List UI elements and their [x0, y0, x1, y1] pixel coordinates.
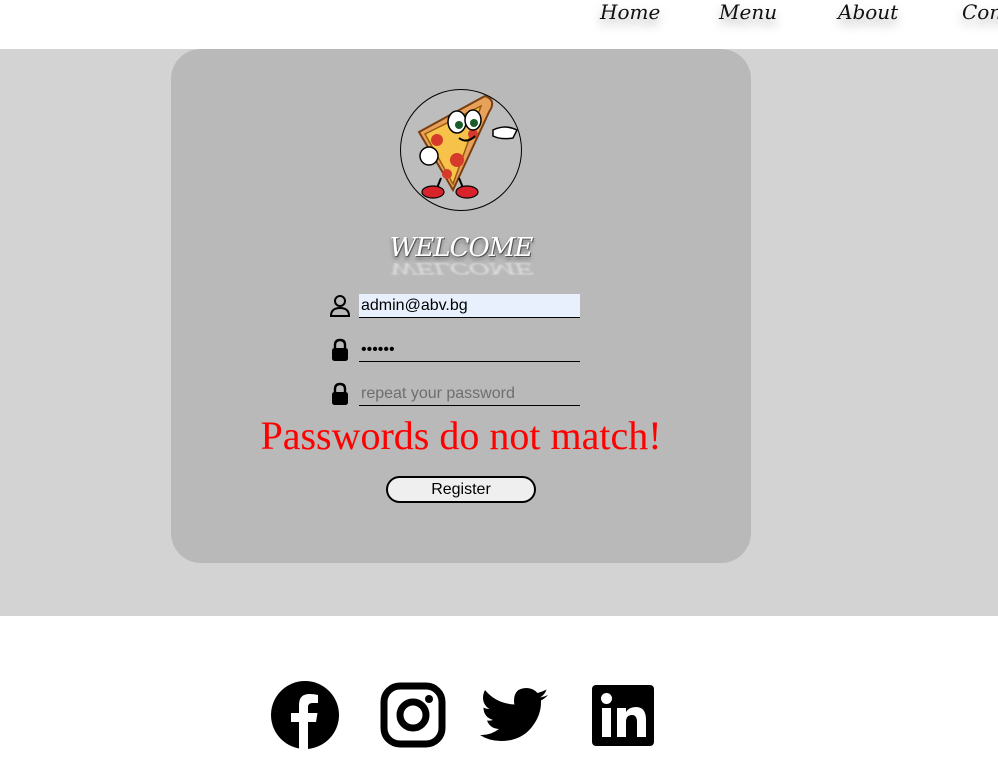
- email-row: [329, 294, 581, 318]
- register-button[interactable]: Register: [386, 476, 536, 503]
- top-nav: Home Menu About Cont: [0, 0, 998, 49]
- pizza-mascot-logo: [400, 89, 522, 211]
- main-section: WELCOME WELCOME admin@abv.bg •••••• repe…: [0, 49, 998, 616]
- lock-icon: [329, 338, 351, 362]
- nav-menu-link[interactable]: Menu: [719, 0, 777, 26]
- twitter-icon[interactable]: [480, 680, 550, 750]
- register-card: WELCOME WELCOME admin@abv.bg •••••• repe…: [171, 49, 751, 563]
- facebook-icon[interactable]: [270, 680, 340, 750]
- lock-icon: [329, 382, 351, 406]
- password-row: [329, 338, 581, 362]
- password-mismatch-error: Passwords do not match!: [260, 413, 662, 458]
- welcome-reflection: WELCOME: [389, 259, 533, 277]
- instagram-icon[interactable]: [378, 680, 448, 750]
- nav-contact-link[interactable]: Cont: [962, 0, 998, 26]
- repeat-password-input[interactable]: [359, 382, 580, 406]
- user-icon: [329, 294, 351, 318]
- linkedin-icon[interactable]: [588, 680, 658, 750]
- email-input[interactable]: [359, 294, 580, 318]
- nav-home-link[interactable]: Home: [600, 0, 660, 26]
- nav-about-link[interactable]: About: [838, 0, 898, 26]
- password-input[interactable]: [359, 338, 580, 362]
- repeat-password-row: [329, 382, 581, 406]
